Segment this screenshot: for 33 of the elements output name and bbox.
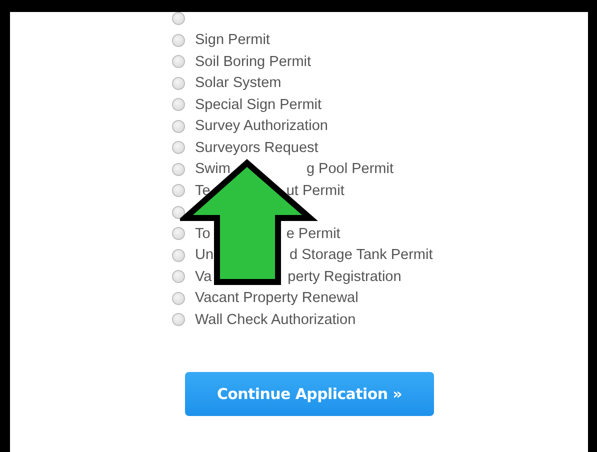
permit-label: perty Registration xyxy=(288,268,402,285)
radio-button[interactable] xyxy=(172,206,185,219)
permit-label: To xyxy=(195,226,210,242)
radio-button[interactable] xyxy=(172,141,185,154)
permit-label: e Permit xyxy=(286,226,340,242)
permit-label: Solar System xyxy=(195,75,282,92)
permit-label: Swim xyxy=(195,161,230,178)
permit-label: g Pool Permit xyxy=(306,161,394,178)
permit-label: Surveyors Request xyxy=(195,140,318,156)
radio-button[interactable] xyxy=(172,76,185,90)
radio-button[interactable] xyxy=(172,313,185,326)
permit-label: Va xyxy=(195,268,212,285)
permit-label: Survey Authorization xyxy=(195,118,328,134)
permit-label: Soil Boring Permit xyxy=(195,54,312,70)
radio-button[interactable] xyxy=(172,55,185,68)
permit-label: d Storage Tank Permit xyxy=(290,247,433,264)
permit-label: ut Permit xyxy=(286,182,344,199)
permit-label: Vacant Property Renewal xyxy=(195,290,358,306)
radio-button[interactable] xyxy=(172,227,185,240)
radio-button[interactable] xyxy=(172,184,185,198)
radio-button[interactable] xyxy=(172,162,185,176)
permit-label: Special Sign Permit xyxy=(195,96,322,113)
radio-button[interactable] xyxy=(172,98,185,112)
permit-label: Sign Permit xyxy=(195,32,270,48)
radio-button[interactable] xyxy=(172,120,185,133)
permit-label: Wall Check Authorization xyxy=(195,312,356,328)
continue-application-button[interactable]: Continue Application » xyxy=(185,372,434,416)
radio-button[interactable] xyxy=(172,12,185,26)
radio-button[interactable] xyxy=(172,248,185,262)
radio-button[interactable] xyxy=(172,292,185,305)
permit-label: Un xyxy=(195,247,214,264)
radio-button[interactable] xyxy=(172,270,185,284)
radio-button[interactable] xyxy=(172,34,185,47)
